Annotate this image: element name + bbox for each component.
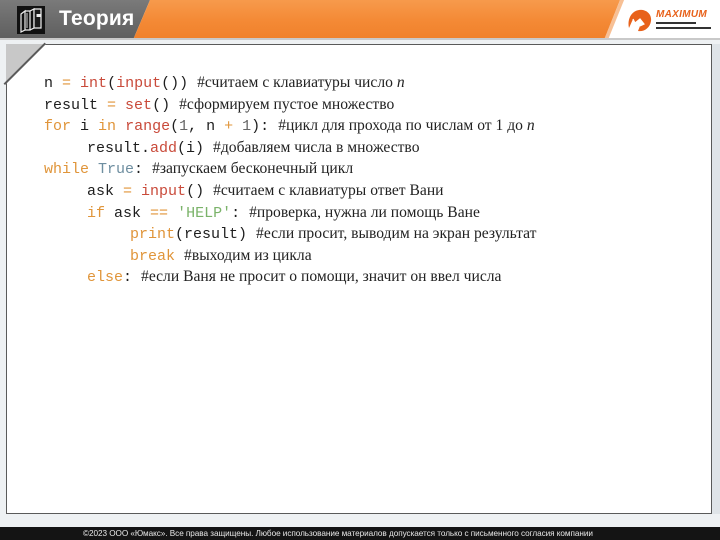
code-line: result.add(i) #добавляем числа в множест… [44, 137, 537, 159]
code-comment: n [396, 74, 405, 91]
code-token: in [98, 118, 117, 136]
header-bar: Теория MAXIMUM [0, 0, 720, 40]
footer-bar: ©2023 ООО «Юмакс». Все права защищены. Л… [0, 527, 720, 540]
code-comment: #выходим из цикла [184, 246, 312, 264]
code-token: = [62, 75, 72, 92]
code-comment: #цикл для прохода по числам от 1 до [278, 117, 527, 135]
code-line: for i in range(1, n + 1): #цикл для прох… [44, 115, 537, 137]
code-token: == [150, 204, 169, 222]
books-icon [17, 6, 45, 34]
code-token: ()) [161, 75, 198, 92]
code-line: if ask == 'HELP': #проверка, нужна ли по… [44, 202, 537, 224]
code-token: ask [87, 182, 124, 200]
code-token: ask [105, 204, 151, 222]
header-orange-band [133, 0, 620, 40]
code-token: set [125, 96, 153, 114]
code-token: n [44, 75, 63, 92]
code-token: (i) [177, 139, 214, 157]
code-token: : [231, 204, 250, 222]
code-token: input [116, 75, 162, 92]
code-comment: #считаем с клавиатуры число [197, 74, 397, 91]
code-line: else: #если Ваня не просит о помощи, зна… [44, 266, 537, 288]
code-token: break [130, 247, 176, 265]
code-line: while True: #запускаем бесконечный цикл [44, 158, 537, 180]
header-divider [0, 38, 720, 40]
code-token: = [123, 182, 133, 200]
page-title: Теория [59, 7, 135, 30]
code-comment: #если просит, выводим на экран результат [256, 225, 537, 243]
panel-right-shadow [712, 44, 720, 514]
code-token: : [134, 161, 153, 179]
code-token: add [150, 139, 178, 157]
code-comment: n [526, 117, 535, 135]
code-comment: #проверка, нужна ли помощь Ване [249, 203, 480, 221]
code-token: range [125, 118, 171, 136]
code-line: ask = input() #считаем с клавиатуры отве… [44, 180, 537, 202]
code-token: = [107, 96, 117, 114]
maximum-logo-icon [626, 6, 654, 34]
brand-logo: MAXIMUM [626, 6, 716, 36]
code-line: break #выходим из цикла [44, 245, 537, 267]
code-token: print [130, 226, 176, 244]
code-token: () [186, 182, 214, 200]
code-token: else [87, 269, 124, 287]
code-token: + [224, 118, 234, 136]
code-token: ( [107, 75, 117, 92]
code-token: True [98, 161, 135, 179]
code-token: while [44, 161, 90, 179]
code-token: int [80, 75, 108, 92]
brand-name: MAXIMUM [656, 9, 707, 20]
code-line: n = int(input()) #считаем с клавиатуры ч… [44, 72, 537, 94]
code-token: i [71, 118, 99, 136]
copyright-text: ©2023 ООО «Юмакс». Все права защищены. Л… [83, 529, 593, 538]
code-token: result. [87, 139, 151, 157]
code-token: : [123, 269, 142, 287]
code-token: ): [251, 118, 279, 136]
code-token: 1 [179, 118, 189, 136]
code-comment: #запускаем бесконечный цикл [152, 160, 354, 178]
code-comment: #считаем с клавиатуры ответ Вани [213, 181, 444, 199]
code-comment: #если Ваня не просит о помощи, значит он… [141, 268, 502, 286]
code-comment: #добавляем числа в множество [213, 138, 420, 156]
code-token: 'HELP' [177, 204, 232, 222]
code-comment: #сформируем пустое множество [179, 95, 395, 113]
code-token: ( [170, 118, 180, 136]
code-token: () [152, 96, 180, 114]
code-token: if [87, 204, 106, 222]
code-line: print(result) #если просит, выводим на э… [44, 223, 537, 245]
code-block: n = int(input()) #считаем с клавиатуры ч… [44, 72, 537, 288]
code-token: for [44, 118, 72, 136]
code-token: (result) [175, 226, 257, 244]
code-token: , n [188, 118, 225, 136]
brand-tagline [656, 22, 711, 31]
code-line: result = set() #сформируем пустое множес… [44, 94, 537, 116]
code-token: input [141, 182, 187, 200]
code-token: 1 [242, 118, 252, 136]
code-token: result [44, 96, 108, 114]
